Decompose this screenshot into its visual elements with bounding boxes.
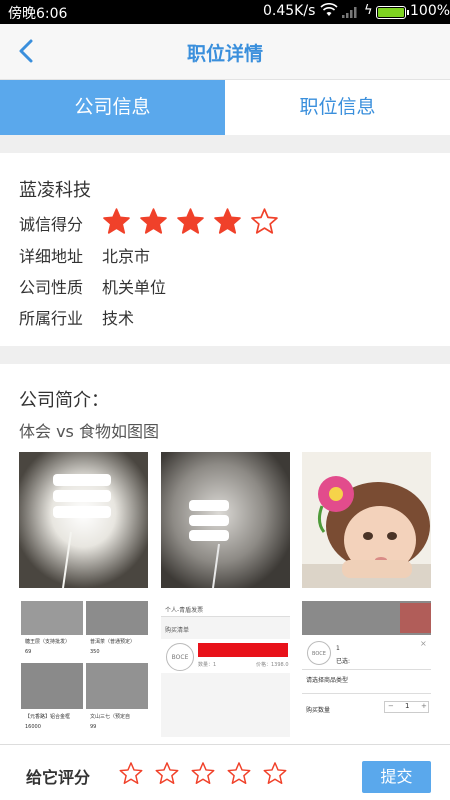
nature-value: 机关单位 [102,278,167,297]
wifi-icon [320,3,338,21]
star-filled-icon [101,207,132,236]
rating-label: 诚信得分 [19,215,84,234]
intro-image-purchase-list[interactable]: 个人-青盾发票 购买清单 BOCE 数量：1 价格：1398.0 [161,601,290,737]
submit-button[interactable]: 提交 [362,761,431,793]
nav-bar: 职位详情 [0,24,450,80]
star-filled-icon [212,207,243,236]
shot-header: 个人-青盾发票 [165,607,204,614]
tab-job-info[interactable]: 职位信息 [225,80,450,135]
rate-stars [118,761,298,786]
plus-icon: + [421,702,427,710]
credit-rating-stars [101,207,286,237]
nature-label: 公司性质 [19,278,84,297]
shot-quantity: 数量：1 [198,662,217,668]
shot-subheader: 购买清单 [165,627,190,634]
intro-text: 体会 vs 食物如图图 [19,422,159,441]
tab-bar: 公司信息 职位信息 [0,80,450,135]
status-time: 傍晚6:06 [8,6,68,22]
address-label: 详细地址 [19,247,84,266]
intro-image-lamp-1[interactable] [19,452,148,588]
star-empty-icon [249,207,280,236]
address-value: 北京市 [102,247,151,266]
shot-choose-type: 请选择商品类型 [306,677,349,684]
grid-item-price: 69 [25,649,32,655]
nature-row: 公司性质 机关单位 [19,274,166,298]
rate-star-icon[interactable] [154,761,180,786]
company-name: 蓝凌科技 [19,180,91,201]
grid-item-price: 350 [90,649,100,655]
shot-price: 价格：1398.0 [256,662,289,668]
status-bar: 傍晚6:06 0.45K/s ϟ 100% [0,0,450,24]
close-icon: × [420,639,427,648]
industry-label: 所属行业 [19,309,84,328]
shot-qty-value: 1 [336,645,340,652]
grid-item-name: 普洱茶（普通预定） [90,639,136,645]
tab-company-info[interactable]: 公司信息 [0,80,225,135]
shot-selected: 已选: [336,658,351,665]
rating-footer: 给它评分 提交 [0,744,450,800]
address-row: 详细地址 北京市 [19,243,150,267]
grid-item-price: 99 [90,724,97,730]
shot-logo: BOCE [307,641,331,665]
battery-percent: 100% [410,3,450,19]
company-intro-section: 公司简介： 体会 vs 食物如图图 糖王层（支持批发） 69 普洱茶（普通预定）… [0,364,450,744]
shot-buy-quantity: 购买数量 [306,707,331,714]
stepper-value: 1 [405,702,410,710]
industry-value: 技术 [102,309,135,328]
status-network-speed: 0.45K/s [263,3,316,19]
company-info-card: 蓝凌科技 诚信得分 详细地址 北京市 公司性质 机关单位 所属行业 技术 [0,153,450,346]
grid-item-price: 16000 [25,724,41,730]
intro-image-girl[interactable] [302,452,431,588]
rate-star-icon[interactable] [226,761,252,786]
charging-icon: ϟ [364,3,373,18]
rate-label: 给它评分 [26,768,91,787]
shot-logo: BOCE [166,643,194,671]
battery-icon [376,6,409,19]
grid-item-name: 【元香路】铝合金框 [25,714,71,720]
rate-star-icon[interactable] [190,761,216,786]
industry-row: 所属行业 技术 [19,305,134,329]
intro-image-product-grid[interactable]: 糖王层（支持批发） 69 普洱茶（普通预定） 350 【元香路】铝合金框 160… [19,601,148,737]
grid-item-name: 文山三七（预定自 [90,714,131,720]
rate-star-icon[interactable] [262,761,288,786]
intro-image-lamp-2[interactable] [161,452,290,588]
rating-row: 诚信得分 [19,211,102,235]
signal-icon [342,6,358,22]
intro-title: 公司简介： [19,390,109,411]
page-title: 职位详情 [186,43,263,65]
intro-image-options-dialog[interactable]: BOCE 1 已选: × 请选择商品类型 购买数量 − 1 + [302,601,431,737]
grid-item-name: 糖王层（支持批发） [25,639,71,645]
minus-icon: − [388,702,394,710]
star-filled-icon [175,207,206,236]
star-filled-icon [138,207,169,236]
rate-star-icon[interactable] [118,761,144,786]
